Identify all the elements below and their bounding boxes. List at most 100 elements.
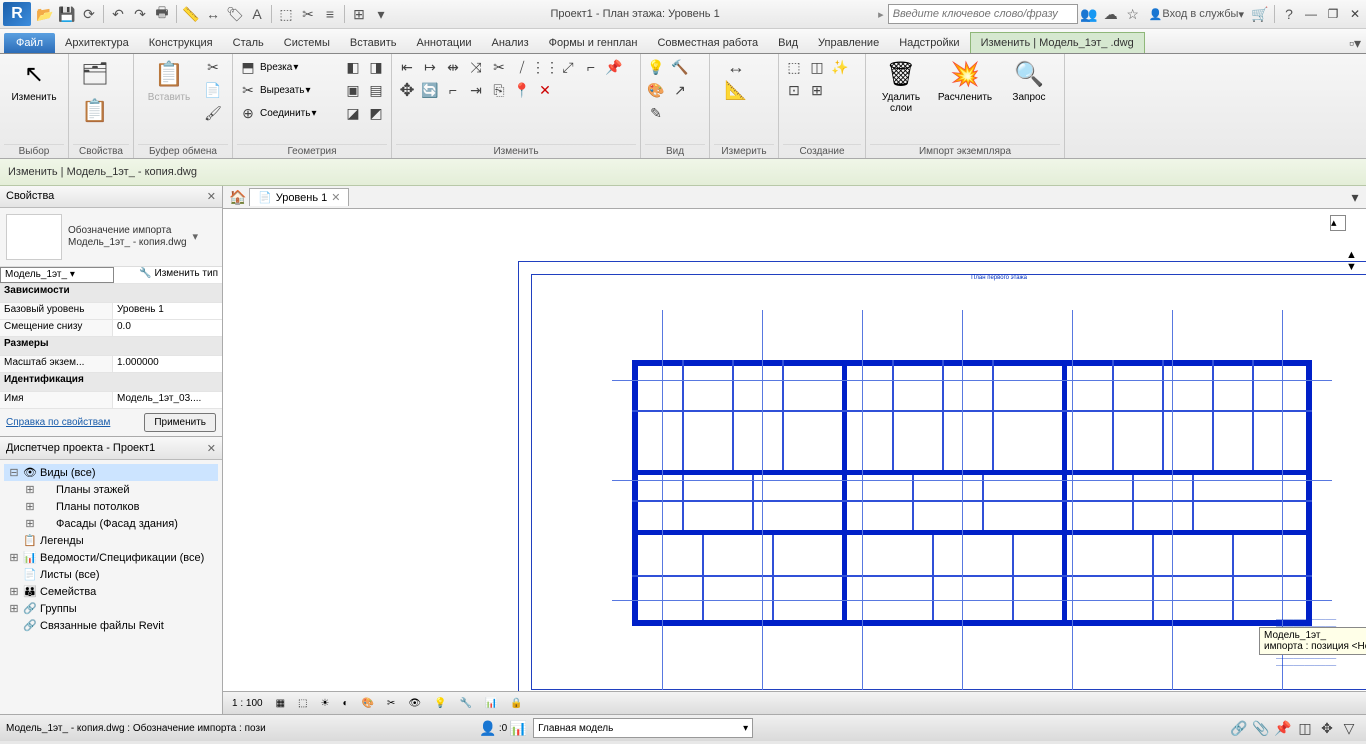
tab-insert[interactable]: Вставить <box>340 33 407 53</box>
tree-node[interactable]: ⊞Планы потолков <box>4 498 218 515</box>
offset-icon[interactable]: ↦ <box>419 56 441 78</box>
tab-steel[interactable]: Сталь <box>223 33 274 53</box>
type-selector[interactable]: Обозначение импортаМодель_1эт_ - копия.d… <box>0 208 222 267</box>
tree-node[interactable]: ⊞Планы этажей <box>4 481 218 498</box>
visual-style-icon[interactable]: ⬚ <box>293 693 312 713</box>
measure-icon[interactable]: 📏 <box>181 4 201 24</box>
array-icon[interactable]: ⋮⋮ <box>534 56 556 78</box>
print-icon[interactable]: 🖶 <box>152 4 172 24</box>
tab-systems[interactable]: Системы <box>274 33 340 53</box>
detail-level-icon[interactable]: ▦ <box>271 693 290 713</box>
copy-icon[interactable]: 📄 <box>202 79 224 101</box>
select-face-icon[interactable]: ◫ <box>1294 717 1316 739</box>
create-group-icon[interactable]: ◫ <box>806 56 828 78</box>
tab-modify-active[interactable]: Изменить | Модель_1эт_ .dwg <box>970 32 1145 53</box>
tag-icon[interactable]: 🏷 <box>225 4 245 24</box>
cut-geom-icon[interactable]: ✂ <box>237 79 259 101</box>
status-icon-1[interactable]: 👤 <box>477 717 499 739</box>
tree-node[interactable]: ⊟👁Виды (все) <box>4 464 218 481</box>
create-assembly-icon[interactable]: ✨ <box>829 56 851 78</box>
crop-view-icon[interactable]: ✂ <box>382 693 400 713</box>
open-icon[interactable]: 📂 <box>35 4 55 24</box>
tree-node[interactable]: ⊞🔗Группы <box>4 600 218 617</box>
move-icon[interactable]: ✥ <box>396 79 418 101</box>
cope-opt-icon[interactable]: ◨ <box>365 56 387 78</box>
undo-icon[interactable]: ↶ <box>108 4 128 24</box>
sync-icon[interactable]: ⟳ <box>79 4 99 24</box>
delete-icon[interactable]: ✕ <box>534 79 556 101</box>
view-tab[interactable]: 📄 Уровень 1 ✕ <box>249 188 349 206</box>
close-icon[interactable]: ✕ <box>207 442 216 455</box>
signin-button[interactable]: 👤 Вход в службы ▾ <box>1145 4 1248 24</box>
close-windows-icon[interactable]: ⊞ <box>349 4 369 24</box>
3d-icon[interactable]: ⬚ <box>276 4 296 24</box>
tab-architecture[interactable]: Архитектура <box>55 33 139 53</box>
model-combo[interactable]: Главная модель▾ <box>533 718 753 738</box>
browser-tree[interactable]: ⊟👁Виды (все)⊞Планы этажей⊞Планы потолков… <box>0 460 222 638</box>
switch-windows-icon[interactable]: ▾ <box>371 4 391 24</box>
cut-icon[interactable]: ✂ <box>202 56 224 78</box>
unhide-icon[interactable]: 💡 <box>429 693 451 713</box>
query-button[interactable]: 🔍Запрос <box>998 56 1060 105</box>
mirror-draw-icon[interactable]: ⤨ <box>465 56 487 78</box>
close-icon[interactable]: ✕ <box>207 190 216 203</box>
analytical-icon[interactable]: 📊 <box>480 693 502 713</box>
tree-node[interactable]: 📄Листы (все) <box>4 566 218 583</box>
tab-annotate[interactable]: Аннотации <box>407 33 482 53</box>
edit-type-button[interactable]: 🔧 Изменить тип <box>139 268 218 279</box>
home-icon[interactable]: 🏠 <box>227 186 249 208</box>
create-misc-icon[interactable]: ⊞ <box>806 79 828 101</box>
minimize-button[interactable]: — <box>1300 5 1322 23</box>
tree-node[interactable]: 📋Легенды <box>4 532 218 549</box>
prop-value[interactable]: 1.000000 <box>113 356 222 372</box>
apply-button[interactable]: Применить <box>144 413 216 432</box>
navcube-icon[interactable]: ▴ <box>1330 215 1346 231</box>
linework-icon[interactable]: ✎ <box>645 102 667 124</box>
tab-structure[interactable]: Конструкция <box>139 33 223 53</box>
trim-corner-icon[interactable]: ⌐ <box>580 56 602 78</box>
tab-view[interactable]: Вид <box>768 33 808 53</box>
delete-layers-button[interactable]: 🗑Удалить слои <box>870 56 932 116</box>
match-icon[interactable]: 🖌 <box>202 102 224 124</box>
select-pinned-icon[interactable]: 📌 <box>1272 717 1294 739</box>
redo-icon[interactable]: ↷ <box>130 4 150 24</box>
create-parts-icon[interactable]: ⊡ <box>783 79 805 101</box>
tree-node[interactable]: ⊞Фасады (Фасад здания) <box>4 515 218 532</box>
drag-elements-icon[interactable]: ✥ <box>1316 717 1338 739</box>
tab-addins[interactable]: Надстройки <box>889 33 969 53</box>
worksets-icon[interactable]: 📊 <box>507 717 529 739</box>
tab-collab[interactable]: Совместная работа <box>647 33 768 53</box>
comm-icon[interactable]: ☁ <box>1101 4 1121 24</box>
measure-btn-icon[interactable]: 📐 <box>714 79 758 101</box>
close-tab-icon[interactable]: ✕ <box>331 191 340 204</box>
file-tab[interactable]: Файл <box>4 33 55 53</box>
displace-icon[interactable]: ↗ <box>669 79 691 101</box>
split-icon[interactable]: ✂ <box>488 56 510 78</box>
text-icon[interactable]: A <box>247 4 267 24</box>
exchange-icon[interactable]: 🛒 <box>1250 4 1270 24</box>
modify-tool-button[interactable]: ↖Изменить <box>4 56 64 105</box>
section-icon[interactable]: ✂ <box>298 4 318 24</box>
temp-props-icon[interactable]: 🔧 <box>455 693 477 713</box>
join-icon[interactable]: ⊕ <box>237 102 259 124</box>
select-underlay-icon[interactable]: 📎 <box>1250 717 1272 739</box>
search-input[interactable] <box>888 4 1078 24</box>
drawing-canvas[interactable]: ▴ ▲▼ План первого этажа <box>223 209 1366 714</box>
select-links-icon[interactable]: 🔗 <box>1228 717 1250 739</box>
ribbon-collapse-icon[interactable]: ▫▾ <box>1345 33 1365 53</box>
tree-node[interactable]: 🔗Связанные файлы Revit <box>4 617 218 634</box>
demolish-icon[interactable]: 🔨 <box>669 56 691 78</box>
mirror-axis-icon[interactable]: ⇹ <box>442 56 464 78</box>
create-similar-icon[interactable]: ⬚ <box>783 56 805 78</box>
filter-icon[interactable]: ▽ <box>1338 717 1360 739</box>
app-logo[interactable]: R <box>3 2 31 26</box>
split-gap-icon[interactable]: ⧸ <box>511 56 533 78</box>
hide-icon[interactable]: 💡 <box>645 56 667 78</box>
reveal-constraints-icon[interactable]: 🔒 <box>505 693 527 713</box>
help-icon[interactable]: ? <box>1279 4 1299 24</box>
tree-node[interactable]: ⊞👪Семейства <box>4 583 218 600</box>
rotate-icon[interactable]: 🔄 <box>419 79 441 101</box>
extend-icon[interactable]: ⇥ <box>465 79 487 101</box>
restore-button[interactable]: ❐ <box>1322 5 1344 23</box>
join-opt2-icon[interactable]: ◩ <box>365 102 387 124</box>
